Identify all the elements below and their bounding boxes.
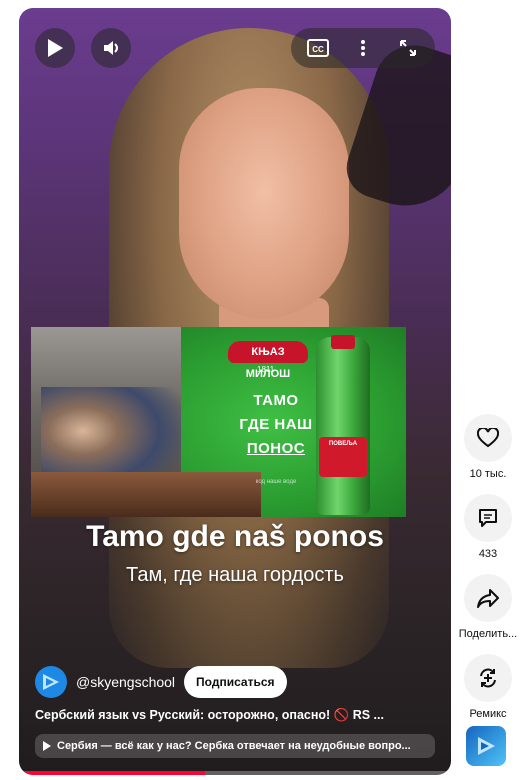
comment-icon	[479, 509, 497, 527]
subtitle-serbian: Tamo gde naš ponos	[86, 520, 384, 553]
comments-count: 433	[478, 548, 498, 560]
heart-icon	[477, 428, 499, 448]
share-button[interactable]	[464, 574, 512, 622]
top-controls-group: CC	[291, 28, 435, 68]
progress-bar[interactable]	[19, 771, 451, 775]
like-action: 10 тыс.	[460, 414, 516, 480]
remix-button[interactable]	[464, 654, 512, 702]
captions-button[interactable]: CC	[300, 30, 336, 66]
ad-brand-year: 1811	[257, 365, 275, 374]
playlist-link[interactable]: Сербия — всё как у нас? Сербка отвечает …	[35, 734, 435, 758]
comments-action: 433	[460, 494, 516, 560]
playlist-title: Сербия — всё как у нас? Сербка отвечает …	[57, 740, 411, 752]
subtitle-russian: Там, где наша гордость	[126, 564, 344, 586]
embedded-ad-frame: КЊАЗ МИЛОШ 1811 ТАМО ГДЕ НАШ ПОНОС код н…	[31, 327, 406, 517]
fullscreen-button[interactable]	[390, 30, 426, 66]
ad-slogan-line2: ГДЕ НАШ	[239, 416, 313, 433]
bottle-label: ПОВЕЉА	[319, 437, 367, 477]
bottle-image	[316, 337, 370, 515]
share-label: Поделить...	[458, 628, 518, 640]
remix-action: Ремикс	[460, 654, 516, 720]
ad-slogan-line1: ТАМО	[253, 392, 299, 409]
bottle-cap	[331, 335, 355, 349]
share-action: Поделить...	[459, 574, 517, 640]
video-frame-person-face	[179, 88, 349, 318]
volume-icon	[104, 41, 118, 55]
shorts-player[interactable]: CC КЊАЗ МИЛОШ 1811 ТАМО ГДЕ НАШ ПОНОС ко…	[19, 8, 451, 775]
ad-brand-logo: КЊАЗ МИЛОШ	[228, 341, 308, 380]
more-vertical-icon	[360, 40, 365, 56]
play-small-icon	[43, 741, 51, 751]
channel-logo-icon	[478, 737, 495, 755]
channel-avatar[interactable]	[35, 666, 67, 698]
volume-button[interactable]	[91, 28, 131, 68]
play-button[interactable]	[35, 28, 75, 68]
audio-source-thumbnail[interactable]	[466, 726, 506, 766]
subscribe-button[interactable]: Подписаться	[184, 666, 287, 698]
ad-slogan-line3: ПОНОС	[246, 440, 306, 457]
svg-text:CC: CC	[312, 45, 324, 54]
like-button[interactable]	[464, 414, 512, 462]
play-icon	[48, 39, 63, 57]
channel-handle[interactable]: @skyengschool	[76, 674, 175, 690]
more-options-button[interactable]	[345, 30, 381, 66]
ad-table	[31, 472, 261, 517]
share-arrow-icon	[477, 589, 499, 608]
channel-logo-icon	[43, 674, 59, 690]
ad-slogan: ТАМО ГДЕ НАШ ПОНОС	[226, 389, 326, 461]
ad-small-text: код наше воде	[255, 479, 297, 485]
captions-icon: CC	[306, 39, 329, 57]
video-title[interactable]: Сербский язык vs Русский: осторожно, опа…	[35, 708, 435, 723]
remix-icon	[480, 668, 496, 688]
action-bar: 10 тыс. 433 Поделить... Ремикс	[459, 414, 517, 734]
like-count: 10 тыс.	[469, 468, 507, 480]
channel-row: @skyengschool Подписаться	[35, 666, 287, 698]
progress-fill	[19, 771, 205, 775]
remix-label: Ремикс	[469, 708, 507, 720]
expand-icon	[400, 40, 417, 56]
comments-button[interactable]	[464, 494, 512, 542]
